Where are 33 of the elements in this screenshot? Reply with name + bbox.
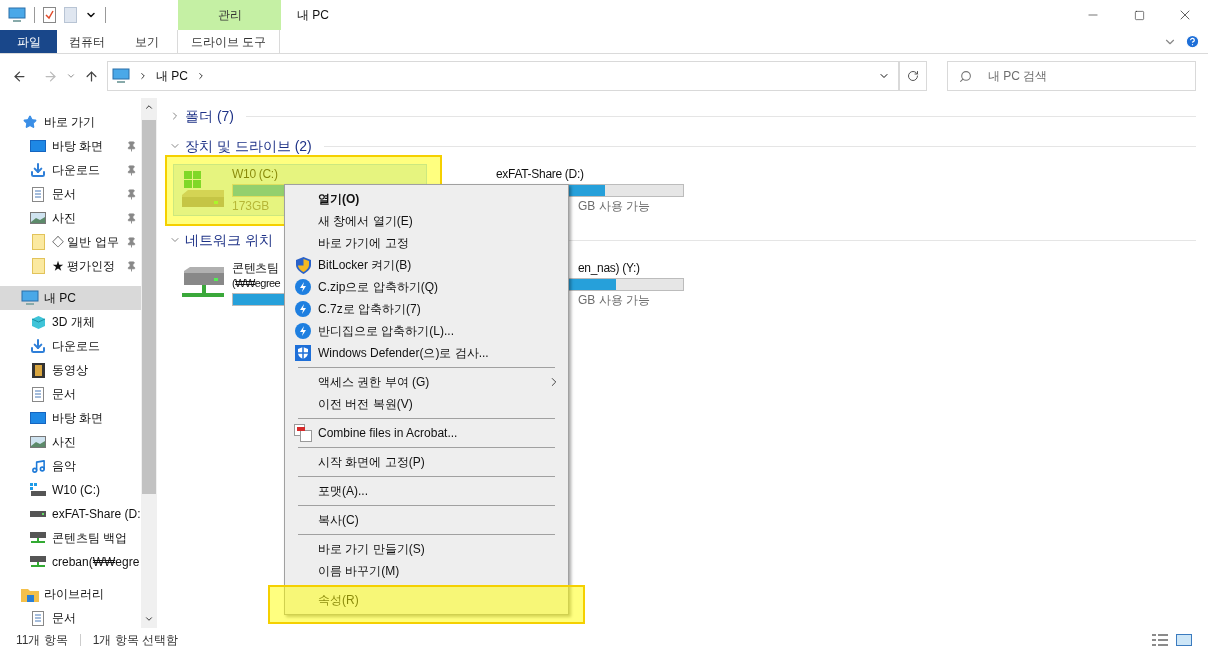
nav-label: 문서 <box>52 610 76 627</box>
nav-label: ★ 평가인정 <box>52 258 116 275</box>
nav-label: 사진 <box>52 434 76 451</box>
nav-label: 내 PC <box>44 290 76 307</box>
nav-label: creban(₩₩egre <box>52 554 140 571</box>
nav-label: 동영상 <box>52 362 88 379</box>
nav-label: 사진 <box>52 210 76 227</box>
nav-label: ◇ 일반 업무 <box>52 234 119 251</box>
nav-label: 문서 <box>52 386 76 403</box>
item-count: 11개 항목 <box>16 632 68 649</box>
nav-label: 문서 <box>52 186 76 203</box>
nav-label: 3D 개체 <box>52 314 95 331</box>
window-title: 내 PC <box>297 7 329 24</box>
contextual-tab-header: 관리 <box>178 0 281 30</box>
nav-label: 콘텐츠팀 백업 <box>52 530 128 547</box>
nav-label: exFAT-Share (D: <box>52 506 141 523</box>
drive-name: 콘텐츠팀 <box>232 260 279 276</box>
drive-name: en_nas) (Y:) <box>578 260 640 276</box>
nav-label: 바탕 화면 <box>52 410 104 427</box>
nav-label: 다운로드 <box>52 338 100 355</box>
drive-name: (₩₩egree <box>232 275 281 291</box>
nav-label: 음악 <box>52 458 76 475</box>
drive-space: 173GB <box>232 198 270 214</box>
nav-label: 다운로드 <box>52 162 100 179</box>
nav-label: 라이브러리 <box>44 586 104 603</box>
drive-name: W10 (C:) <box>232 166 278 182</box>
nav-label: W10 (C:) <box>52 482 100 499</box>
selection-count: 1개 항목 선택함 <box>92 632 179 649</box>
drive-name: exFAT-Share (D:) <box>496 166 584 182</box>
drive-space: GB 사용 가능 <box>578 198 650 214</box>
drive-space: GB 사용 가능 <box>578 292 650 308</box>
nav-label: 바탕 화면 <box>52 138 104 155</box>
nav-label: 바로 가기 <box>44 114 96 131</box>
